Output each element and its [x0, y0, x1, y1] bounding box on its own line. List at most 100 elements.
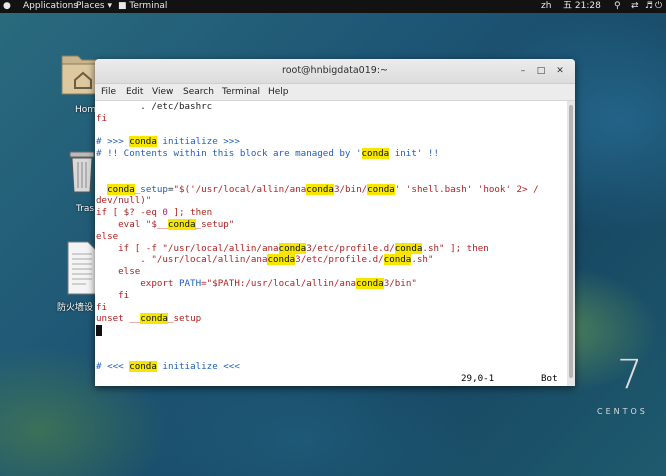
terminal-line: unset __conda_setup [96, 313, 201, 325]
terminal-text-segment: # !! Contents within this block are mana… [96, 148, 362, 160]
terminal-text-segment: else [96, 230, 119, 242]
terminal-text-segment: if [ -f "/usr/local/allin/ana [96, 242, 279, 254]
close-button[interactable]: ✕ [554, 65, 566, 77]
terminal-line: else [96, 231, 118, 243]
accessibility-icon[interactable]: ⚲ [614, 0, 621, 13]
network-icon[interactable]: ⇄ [631, 0, 639, 13]
window-titlebar[interactable]: root@hnbigdata019:~ – □ ✕ [95, 59, 575, 84]
terminal-app-label: Terminal [129, 1, 168, 11]
terminal-text-segment: dev/null)" [96, 195, 152, 207]
terminal-text-segment: fi [96, 301, 108, 313]
terminal-text-segment: # <<< [96, 360, 130, 372]
terminal-text-segment: conda [367, 183, 395, 195]
terminal-text-segment: fi [96, 112, 108, 124]
terminal-text-segment: conda [361, 148, 390, 160]
desktop-icon-trash-label: Tras [76, 204, 95, 214]
terminal-text-segment: conda [278, 242, 307, 254]
terminal-text-segment: .sh" ]; then [422, 242, 489, 254]
terminal-line: export PATH="$PATH:/usr/local/allin/anac… [96, 278, 417, 290]
terminal-line: # >>> conda initialize >>> [96, 136, 240, 148]
menu-view[interactable]: View [152, 84, 173, 100]
terminal-text-segment: .sh" [411, 254, 434, 266]
terminal-text-segment: conda [107, 183, 135, 195]
terminal-text-segment: conda [267, 254, 296, 266]
window-title: root@hnbigdata019:~ [282, 65, 388, 76]
terminal-text-segment: _setup" [195, 219, 235, 230]
vim-cursor-position: 29,0-1 [461, 373, 495, 384]
scrollbar[interactable] [567, 101, 575, 386]
terminal-text-segment: 3/etc/profile.d/ [306, 242, 395, 254]
terminal-text-segment: ' 'shell.bash' 'hook' 2> / [394, 183, 539, 195]
desktop: ● Applications Places ▾ ■ Terminal zh 五 … [0, 0, 666, 476]
menu-terminal[interactable]: Terminal [222, 84, 260, 100]
terminal-text-segment: PATH [178, 278, 202, 289]
terminal-text-segment: _setup [134, 183, 168, 195]
maximize-button[interactable]: □ [535, 65, 547, 77]
terminal-line: fi [96, 302, 107, 314]
text-cursor [96, 325, 102, 337]
terminal-text-segment: if [ $? -eq [96, 207, 163, 219]
menu-search[interactable]: Search [183, 84, 214, 100]
terminal-line: if [ $? -eq 0 ]; then [96, 207, 212, 219]
applications-menu[interactable]: Applications [23, 0, 78, 13]
terminal-text-segment: conda [356, 278, 384, 289]
vim-scroll-position: Bot [541, 373, 558, 384]
menu-edit[interactable]: Edit [126, 84, 143, 100]
terminal-text-segment: ]; then [167, 207, 213, 219]
terminal-text-segment: eval "$__ [96, 219, 168, 230]
terminal-text-segment: fi [96, 289, 130, 301]
applications-menu-icon[interactable]: ● [3, 0, 11, 13]
desktop-icon-document-label: 防火墙设 [57, 303, 94, 313]
terminal-text-segment: else [96, 266, 141, 278]
terminal-app-menu[interactable]: ■ Terminal [118, 0, 167, 13]
power-icon[interactable]: ⏻ [655, 0, 662, 13]
terminal-text-segment: conda [167, 219, 196, 230]
centos-logo-text: CENTOS [597, 407, 648, 416]
terminal-line: if [ -f "/usr/local/allin/anaconda3/etc/… [96, 242, 489, 255]
desktop-icon-trash[interactable] [67, 148, 97, 200]
terminal-text-segment: export [96, 278, 179, 289]
terminal-text-segment: conda [394, 242, 423, 254]
input-language-indicator[interactable]: zh [541, 0, 551, 13]
top-bar: ● Applications Places ▾ ■ Terminal zh 五 … [0, 0, 666, 13]
places-menu[interactable]: Places ▾ [76, 0, 112, 13]
terminal-line: fi [96, 290, 129, 302]
menu-file[interactable]: File [101, 84, 116, 100]
terminal-text-segment: ="$PATH:/usr/local/allin/ana [201, 278, 357, 289]
menu-help[interactable]: Help [268, 84, 289, 100]
terminal-line: eval "$__conda_setup" [96, 219, 234, 231]
terminal-line: . "/usr/local/allin/anaconda3/etc/profil… [96, 254, 433, 266]
terminal-text-segment: conda [306, 183, 334, 195]
places-label: Places [76, 1, 105, 11]
menu-bar: File Edit View Search Terminal Help [95, 84, 575, 101]
terminal-text-segment: initialize >>> [156, 136, 240, 148]
volume-icon[interactable]: ♬ [645, 0, 653, 13]
trash-icon [69, 151, 95, 193]
terminal-text-segment: 3/bin/ [333, 183, 368, 195]
terminal-content[interactable]: . /etc/bashrc fi # >>> conda initialize >>… [95, 101, 567, 386]
terminal-text-segment: _setup [167, 313, 202, 325]
terminal-line: fi [96, 113, 107, 125]
scrollbar-thumb[interactable] [569, 105, 573, 378]
terminal-text-segment: 3/etc/profile.d/ [295, 254, 384, 266]
minimize-button[interactable]: – [517, 65, 529, 77]
clock[interactable]: 五 21:28 [563, 0, 601, 13]
terminal-text-segment: conda [140, 313, 168, 325]
terminal-text-segment: . "/usr/local/allin/ana [96, 254, 268, 266]
desktop-icon-document[interactable] [66, 240, 98, 300]
centos-logo-number: 7 [617, 352, 643, 398]
terminal-line: else [96, 266, 140, 278]
terminal-text-segment: initialize <<< [156, 360, 240, 372]
terminal-text-segment: 3/bin" [383, 278, 417, 289]
terminal-line: . /etc/bashrc [96, 101, 212, 113]
terminal-window[interactable]: root@hnbigdata019:~ – □ ✕ File Edit View… [95, 59, 575, 386]
terminal-line: # <<< conda initialize <<< [96, 360, 240, 373]
terminal-line: dev/null)" [96, 195, 151, 207]
terminal-text-segment: init' !! [389, 148, 439, 160]
terminal-line [96, 325, 102, 337]
terminal-text-segment: "$('/usr/local/allin/ana [173, 183, 307, 195]
desktop-icon-home-label: Hom [75, 105, 97, 115]
terminal-text-segment: unset __ [96, 313, 141, 325]
document-icon [67, 241, 97, 295]
